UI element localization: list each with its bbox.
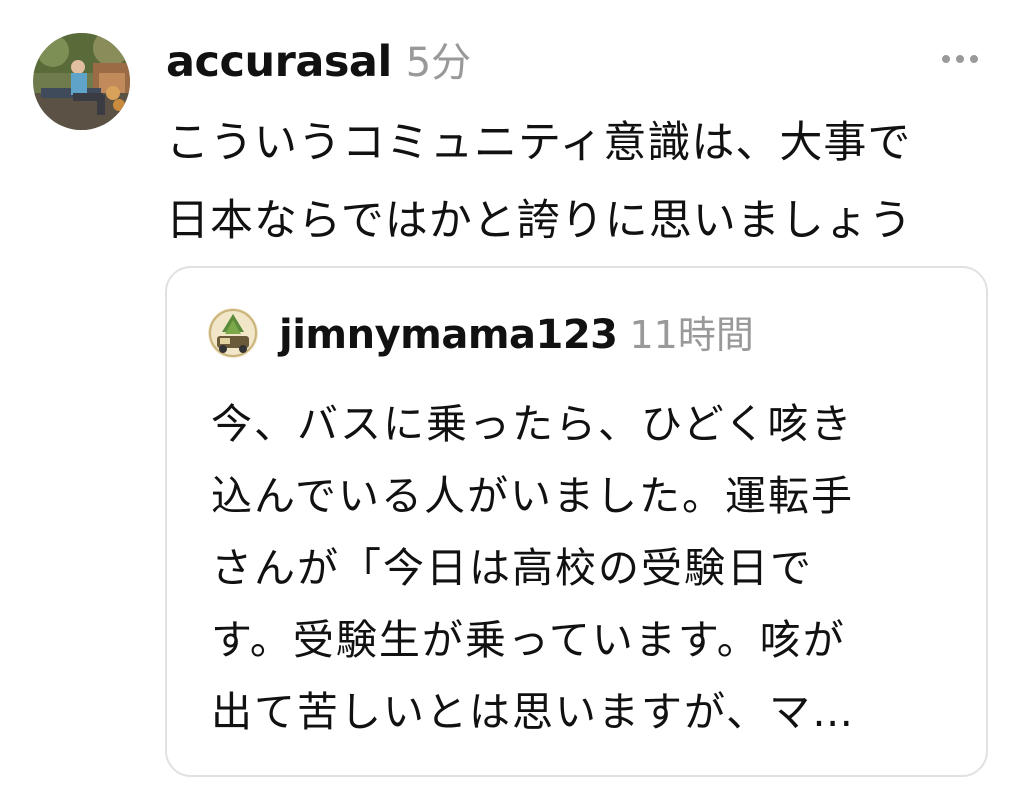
post-username[interactable]: accurasal — [166, 37, 392, 87]
quoted-post-timestamp: 11時間 — [629, 313, 754, 357]
post-body-line: 日本ならではかと誇りに思いましょう — [166, 196, 913, 246]
post-body: こういうコミュニティ意識は、大事で 日本ならではかと誇りに思いましょう — [166, 104, 1006, 260]
more-options-button[interactable] — [935, 48, 985, 70]
user-photo-avatar-icon — [33, 33, 130, 130]
quoted-post-header: jimnymama123 11時間 — [279, 304, 754, 359]
quoted-post-line: 出て苦しいとは思いますが、マ… — [211, 688, 856, 736]
user-illustration-avatar-icon — [208, 308, 258, 358]
quoted-post-line: す。受験生が乗っています。咳が — [211, 616, 846, 664]
user-avatar[interactable] — [33, 33, 130, 130]
post-header: accurasal 5分 — [166, 30, 471, 94]
quoted-post-line: さんが「今日は高校の受験日で — [211, 544, 813, 592]
quoted-post-line: 今、バスに乗ったら、ひどく咳き — [211, 400, 854, 448]
more-dot — [956, 55, 964, 63]
quoted-post-username[interactable]: jimnymama123 — [279, 312, 618, 358]
post-timestamp: 5分 — [405, 40, 472, 86]
quoted-user-avatar[interactable] — [208, 308, 258, 358]
more-dot — [970, 55, 978, 63]
quoted-post-card[interactable]: jimnymama123 11時間 今、バスに乗ったら、ひどく咳き 込んでいる人… — [165, 266, 988, 777]
quoted-post-body: 今、バスに乗ったら、ひどく咳き 込んでいる人がいました。運転手 さんが「今日は高… — [211, 388, 971, 748]
post-body-line: こういうコミュニティ意識は、大事で — [166, 118, 912, 168]
quoted-post-line: 込んでいる人がいました。運転手 — [211, 472, 854, 520]
post: accurasal 5分 こういうコミュニティ意識は、大事で 日本ならではかと誇… — [0, 0, 1024, 792]
more-horizontal-icon — [942, 55, 950, 63]
